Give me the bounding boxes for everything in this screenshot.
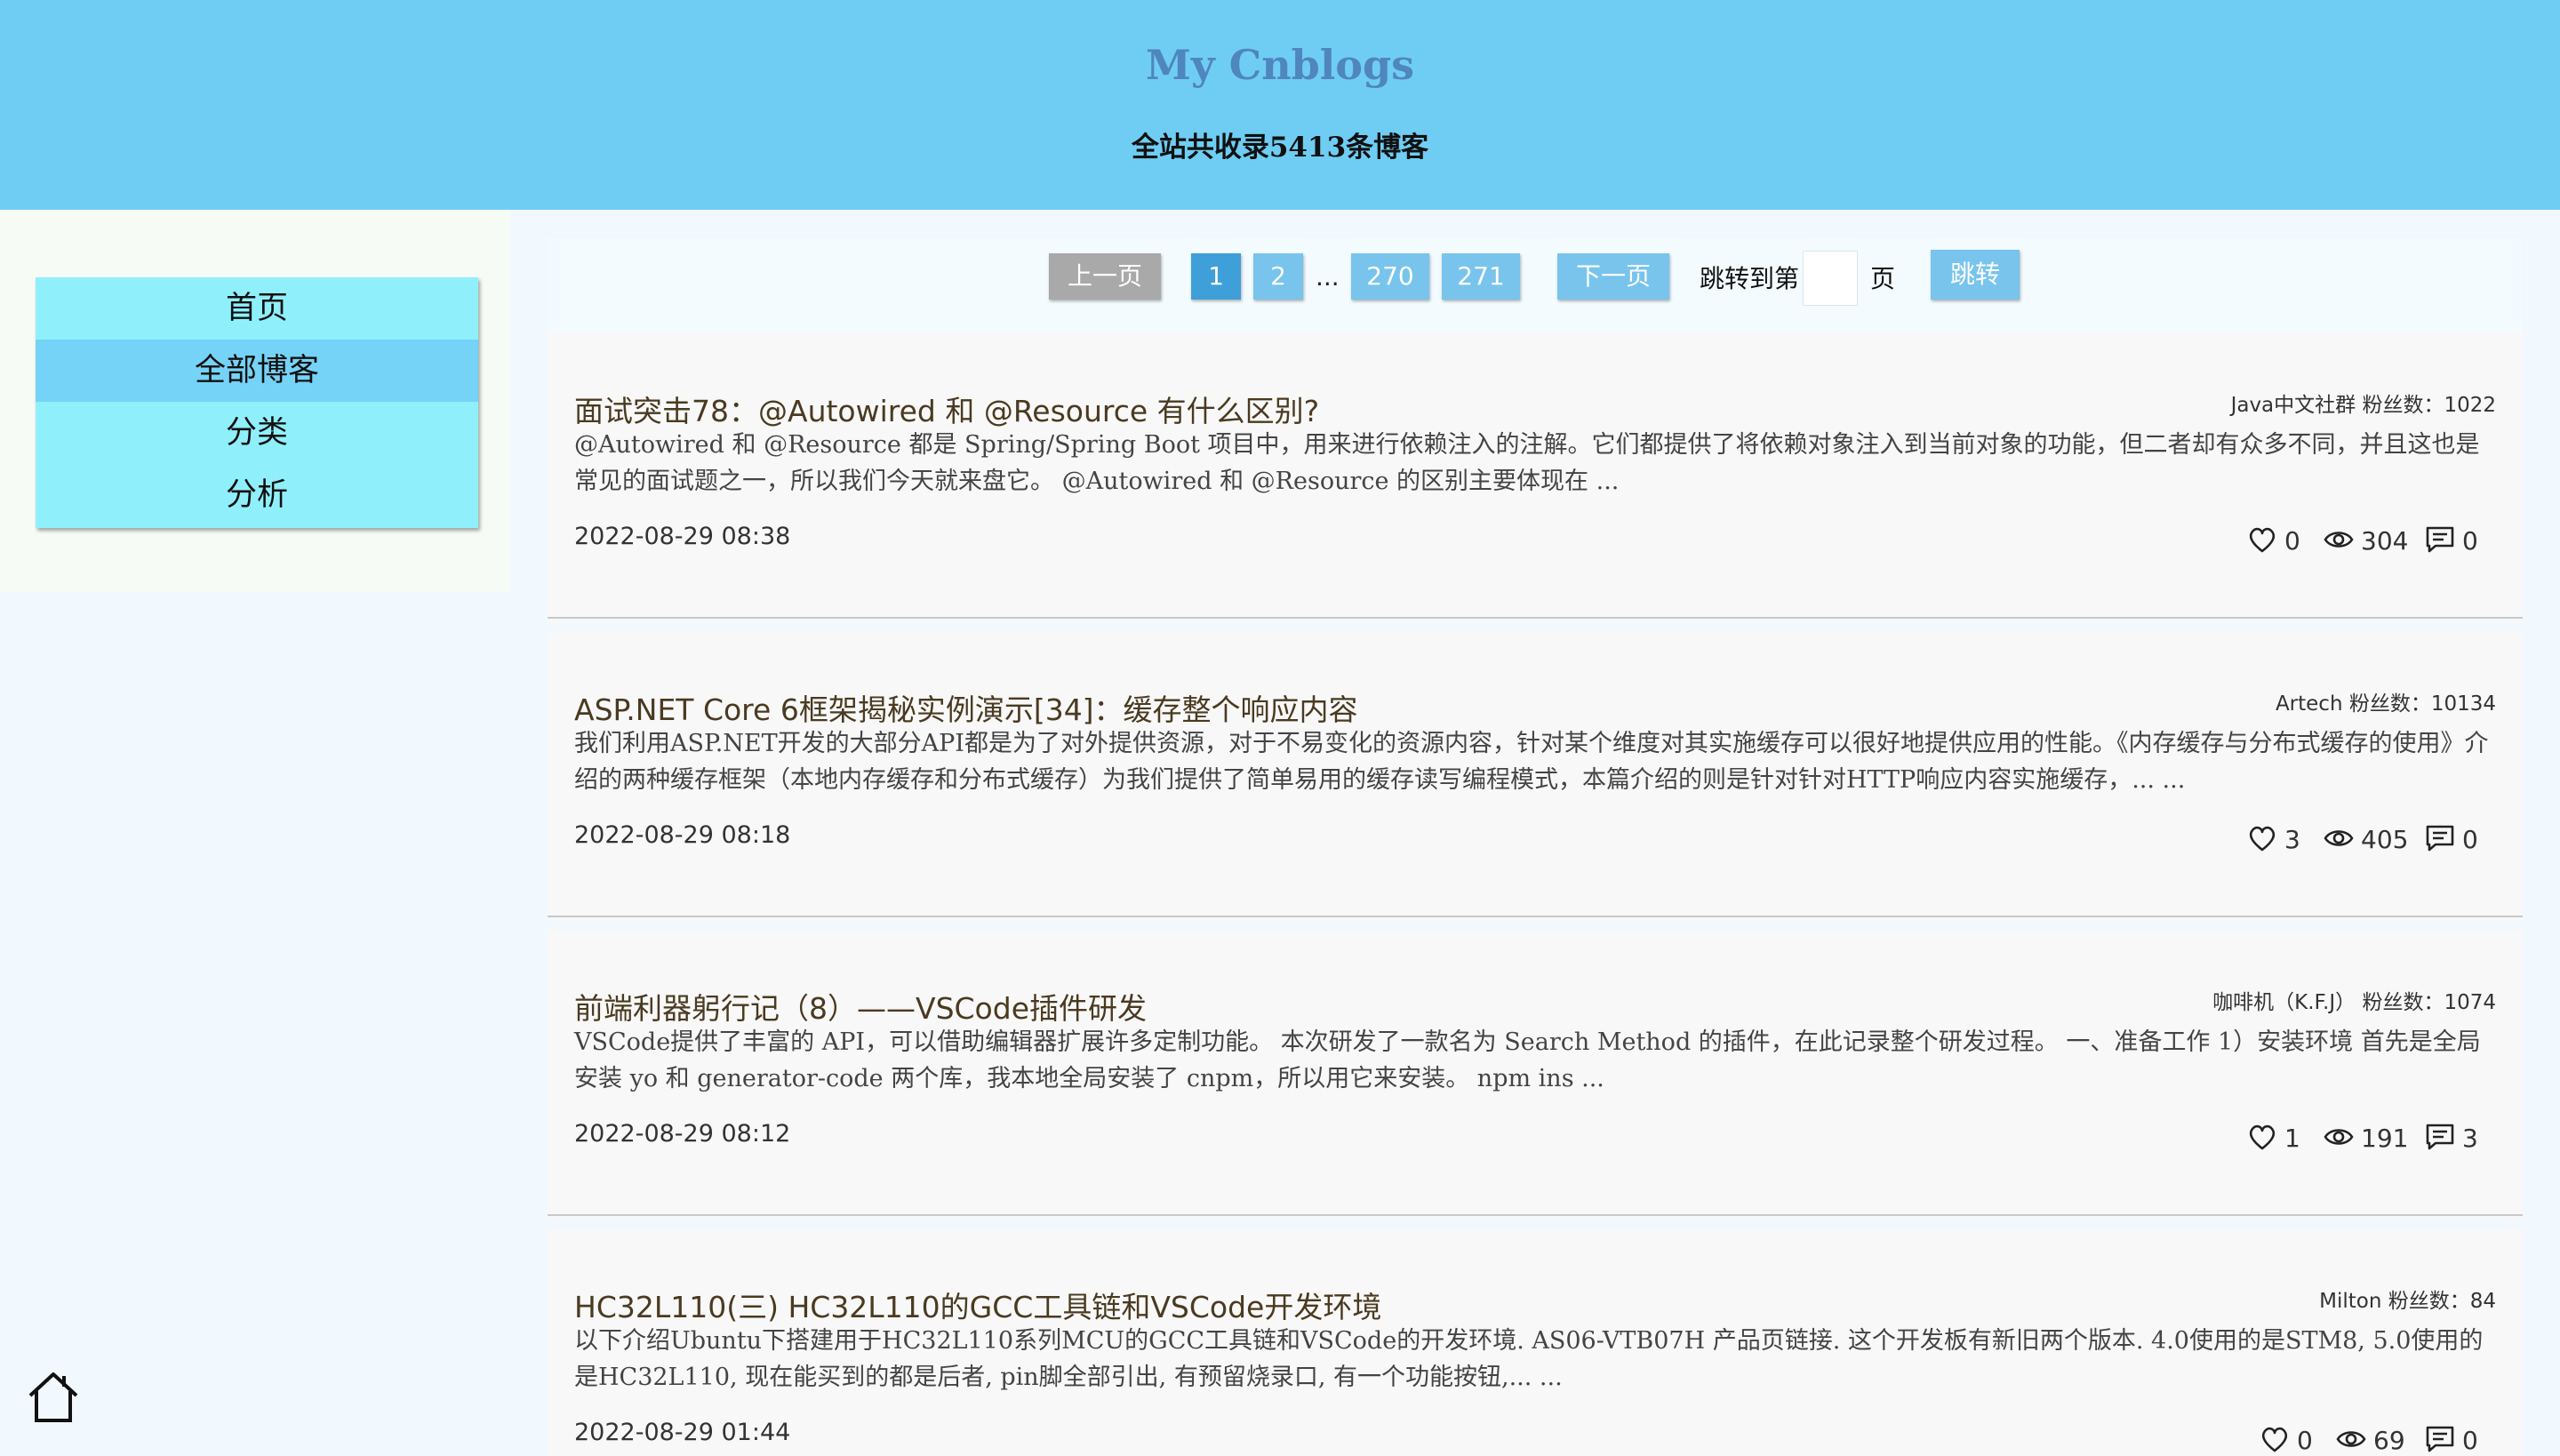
jump-suffix-label: 页	[1870, 264, 1896, 293]
post-divider	[548, 1214, 2523, 1216]
view-count: 191	[2361, 1124, 2409, 1153]
heart-icon[interactable]	[2247, 1122, 2277, 1152]
site-header: My Cnblogs 全站共收录5413条博客	[0, 0, 2560, 210]
nav-item-categories[interactable]: 分类	[36, 402, 478, 464]
eye-icon	[2324, 1122, 2354, 1152]
post-title[interactable]: ASP.NET Core 6框架揭秘实例演示[34]：缓存整个响应内容	[574, 686, 1358, 729]
jump-button[interactable]: 跳转	[1931, 250, 2020, 300]
like-count: 3	[2284, 825, 2300, 854]
post-summary: 我们利用ASP.NET开发的大部分API都是为了对外提供资源，对于不易变化的资源…	[574, 730, 2489, 794]
site-title[interactable]: My Cnblogs	[0, 41, 2560, 89]
pagination-bar	[548, 238, 2523, 332]
post-summary: VSCode提供了丰富的 API，可以借助编辑器扩展许多定制功能。 本次研发了一…	[574, 1028, 2481, 1092]
pagination-ellipsis: ...	[1316, 262, 1340, 292]
view-count: 69	[2373, 1426, 2405, 1455]
heart-icon[interactable]	[2247, 823, 2277, 853]
page-button-270[interactable]: 270	[1351, 253, 1429, 300]
post-author-meta[interactable]: Artech 粉丝数：10134	[2276, 686, 2496, 716]
comment-icon[interactable]	[2425, 823, 2455, 853]
post-title[interactable]: 前端利器躬行记（8）——VSCode插件研发	[574, 985, 1147, 1028]
post-divider	[548, 916, 2523, 917]
post-date: 2022-08-29 08:38	[574, 523, 791, 550]
post-summary: 以下介绍Ubuntu下搭建用于HC32L110系列MCU的GCC工具链和VSCo…	[574, 1327, 2484, 1391]
comment-count: 0	[2462, 526, 2478, 556]
comment-icon[interactable]	[2425, 1122, 2455, 1152]
heart-icon[interactable]	[2247, 524, 2277, 555]
like-count: 1	[2284, 1124, 2300, 1153]
comment-count: 0	[2462, 1426, 2478, 1455]
post-title[interactable]: HC32L110(三) HC32L110的GCC工具链和VSCode开发环境	[574, 1284, 1381, 1326]
eye-icon	[2324, 524, 2354, 555]
page-button-2[interactable]: 2	[1253, 253, 1303, 300]
nav-item-home[interactable]: 首页	[36, 277, 478, 340]
comment-icon[interactable]	[2425, 524, 2455, 555]
home-icon[interactable]	[25, 1369, 82, 1426]
eye-icon	[2336, 1424, 2366, 1454]
eye-icon	[2324, 823, 2354, 853]
like-count: 0	[2284, 526, 2300, 556]
view-count: 405	[2361, 825, 2409, 854]
post-date: 2022-08-29 01:44	[574, 1419, 791, 1446]
post-date: 2022-08-29 08:12	[574, 1120, 791, 1148]
post-date: 2022-08-29 08:18	[574, 821, 791, 849]
post-author-meta[interactable]: Java中文社群 粉丝数：1022	[2231, 388, 2496, 418]
page-button-271[interactable]: 271	[1442, 253, 1520, 300]
comment-icon[interactable]	[2425, 1424, 2455, 1454]
jump-page-input[interactable]	[1803, 251, 1858, 306]
jump-label: 跳转到第	[1700, 264, 1800, 293]
nav-item-analysis[interactable]: 分析	[36, 464, 478, 526]
comment-count: 0	[2462, 825, 2478, 854]
post-title[interactable]: 面试突击78：@Autowired 和 @Resource 有什么区别?	[574, 388, 1319, 430]
post-summary: @Autowired 和 @Resource 都是 Spring/Spring …	[574, 431, 2480, 495]
nav-item-all-blogs[interactable]: 全部博客	[36, 340, 478, 402]
next-page-button[interactable]: 下一页	[1557, 253, 1669, 300]
prev-page-button[interactable]: 上一页	[1049, 253, 1161, 300]
heart-icon[interactable]	[2260, 1424, 2290, 1454]
post-author-meta[interactable]: Milton 粉丝数：84	[2319, 1284, 2496, 1314]
like-count: 0	[2297, 1426, 2313, 1455]
post-author-meta[interactable]: 咖啡机（K.F.J） 粉丝数：1074	[2212, 985, 2496, 1015]
comment-count: 3	[2462, 1124, 2478, 1153]
site-subtitle: 全站共收录5413条博客	[1131, 132, 1429, 164]
post-divider	[548, 617, 2523, 619]
page-button-1[interactable]: 1	[1191, 253, 1241, 300]
sidebar-nav: 首页 全部博客 分类 分析	[36, 277, 478, 528]
view-count: 304	[2361, 526, 2409, 556]
